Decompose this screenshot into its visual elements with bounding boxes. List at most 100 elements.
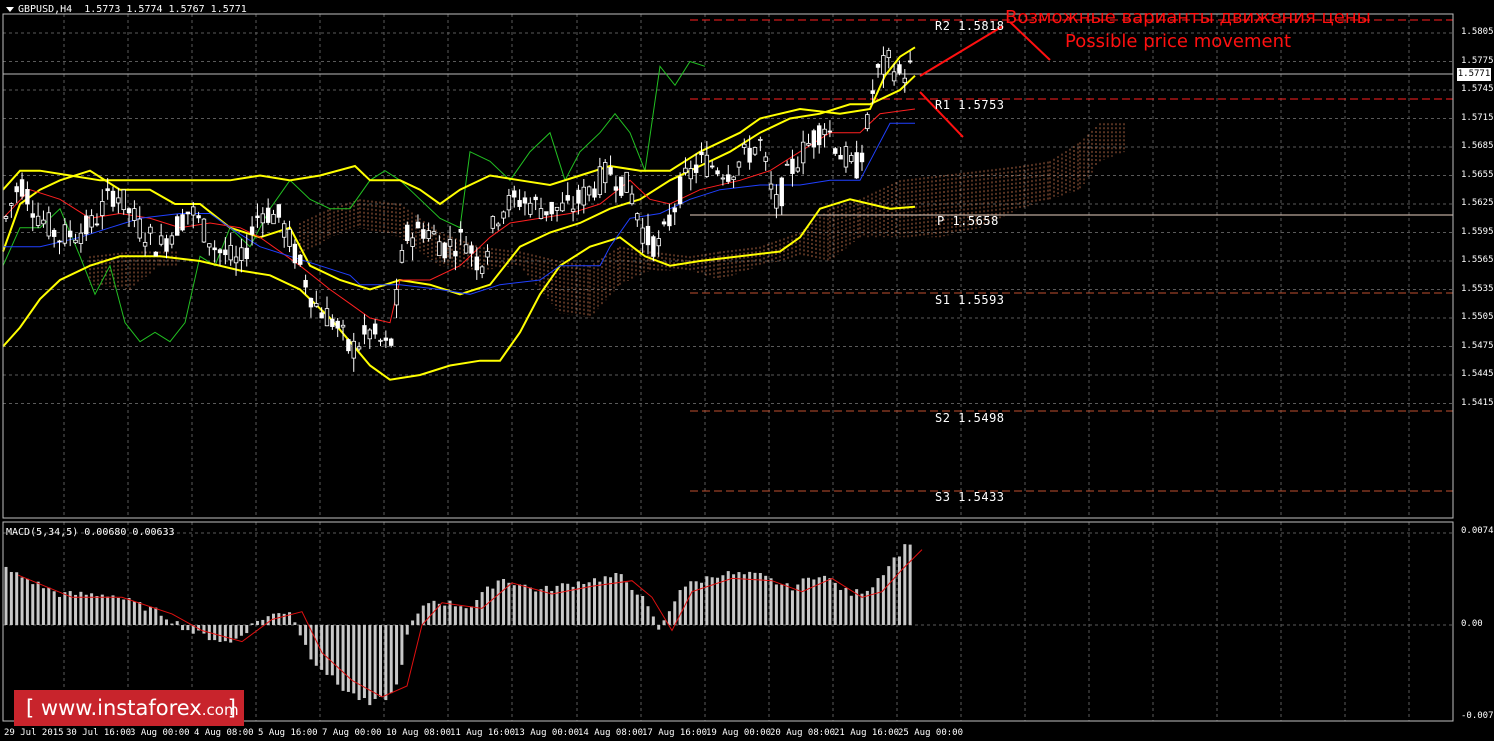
macd-bar (705, 576, 709, 625)
candle-body (3, 216, 9, 219)
macd-bar (641, 595, 645, 625)
candle-body (779, 177, 784, 207)
macd-bar (25, 578, 29, 625)
macd-bar (202, 625, 206, 634)
candle-body (506, 195, 512, 211)
candle-body (731, 176, 736, 180)
candle-body (110, 190, 116, 207)
macd-bar (245, 625, 249, 634)
candle-body (811, 130, 817, 148)
macd-bar (325, 625, 329, 675)
pivot-s1-label: S1 1.5593 (935, 293, 1005, 307)
macd-bar (9, 571, 13, 625)
price-chart[interactable] (0, 0, 1494, 741)
macd-bar (662, 620, 666, 625)
candle-body (314, 303, 319, 307)
candle-body (522, 197, 528, 204)
macd-bar (293, 622, 297, 625)
macd-bar (828, 578, 832, 625)
macd-bar (528, 587, 532, 625)
candle-body (356, 346, 362, 350)
candle-body (629, 193, 635, 205)
candle-body (720, 177, 726, 180)
candle-body (715, 170, 720, 175)
candle-body (35, 215, 41, 226)
candle-body (512, 190, 517, 198)
macd-bar (903, 544, 907, 625)
macd-bar (780, 584, 784, 625)
candle-body (560, 202, 565, 212)
candle-body (437, 241, 442, 257)
price-tick: 1.5715 (1461, 112, 1494, 123)
macd-bar (587, 582, 591, 625)
macd-bar (148, 606, 152, 625)
candle-body (747, 147, 752, 163)
time-tick: 5 Aug 16:00 (258, 728, 318, 738)
price-tick: 1.5565 (1461, 255, 1494, 265)
candle-body (249, 226, 255, 235)
macd-bar (678, 590, 682, 625)
macd-bar (507, 582, 511, 625)
candle-body (148, 226, 153, 234)
candle-body (158, 235, 164, 245)
candle-body (458, 228, 463, 233)
candle-body (201, 218, 207, 243)
candle-body (758, 138, 763, 141)
macd-bar (555, 585, 559, 625)
candle-body (635, 213, 640, 221)
candle-body (672, 207, 677, 213)
price-tick: 1.5745 (1461, 84, 1494, 94)
time-tick: 13 Aug 00:00 (514, 728, 580, 738)
macd-bar (234, 625, 238, 639)
macd-bar (106, 596, 110, 625)
candle-body (421, 229, 426, 239)
macd-bar (255, 620, 259, 625)
macd-bar (630, 589, 634, 625)
macd-bar (625, 582, 629, 625)
time-tick: 14 Aug 08:00 (578, 728, 644, 738)
macd-bar (881, 575, 885, 625)
macd-bar (769, 578, 773, 625)
candle-body (244, 247, 249, 260)
macd-tick: 0.00747 (1461, 526, 1494, 536)
macd-tick: 0.00 (1461, 619, 1483, 629)
time-tick: 11 Aug 16:00 (450, 728, 516, 738)
candle-body (78, 232, 84, 244)
candle-body (608, 167, 613, 175)
candle-body (41, 219, 46, 225)
candle-body (415, 221, 421, 229)
macd-bar (384, 625, 388, 701)
candle-body (340, 324, 346, 328)
macd-bar (839, 589, 843, 625)
macd-bar (539, 589, 543, 625)
macd-bar (138, 602, 142, 625)
macd-bar (721, 575, 725, 625)
candle-body (153, 251, 158, 257)
candle-body (121, 189, 126, 211)
macd-bar (84, 594, 88, 625)
macd-bar (127, 597, 131, 625)
macd-bar (833, 582, 837, 625)
candle-body (308, 297, 314, 308)
candles (3, 46, 913, 372)
candle-body (68, 230, 73, 238)
candle-body (784, 163, 790, 166)
price-tick: 1.5445 (1461, 369, 1494, 379)
candle-body (907, 60, 913, 63)
candle-body (736, 161, 742, 168)
macd-bar (341, 625, 345, 691)
macd-bar (336, 625, 340, 685)
candle-body (549, 201, 554, 215)
macd-bar (79, 591, 83, 625)
instaforex-logo[interactable]: [ www.instaforex.com ] (14, 690, 244, 726)
dropdown-icon[interactable] (6, 6, 14, 12)
macd-bar (790, 590, 794, 625)
price-tick: 1.5475 (1461, 340, 1494, 351)
macd-bar (15, 572, 19, 625)
candle-body (100, 201, 105, 216)
logo-text: www.instaforex (40, 696, 202, 720)
candle-body (490, 216, 496, 229)
macd-bar (277, 613, 281, 625)
candle-body (870, 90, 875, 94)
candle-body (838, 155, 843, 160)
